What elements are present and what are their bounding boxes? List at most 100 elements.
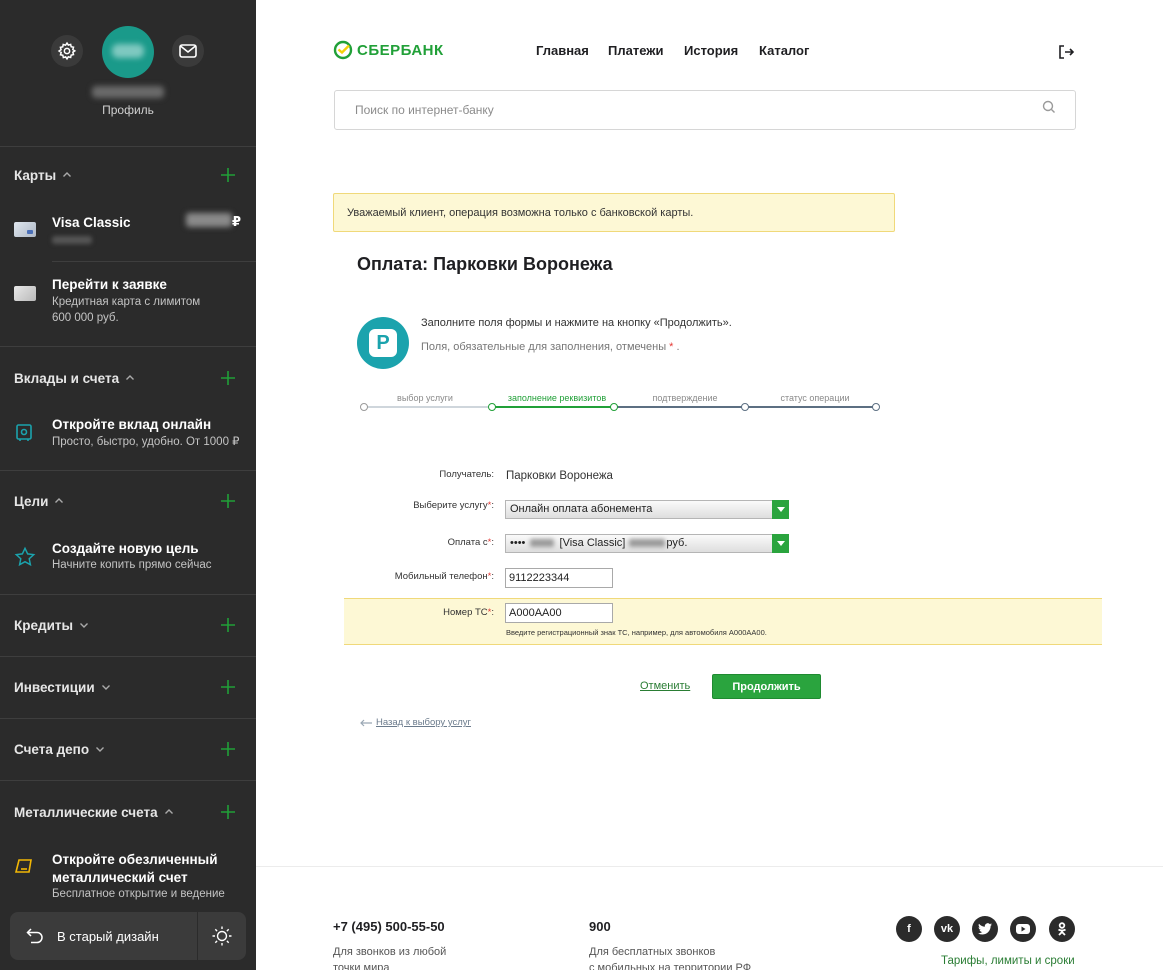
metal-account-item[interactable]: Откройте обезличенный металлический счет… [0,851,256,903]
plate-hint: Введите регистрационный знак ТС, наприме… [506,628,767,637]
plus-icon [221,805,235,819]
metal-title-2: металлический счет [52,870,188,885]
nav-payments[interactable]: Платежи [608,43,663,58]
phone-label: Мобильный телефон*: [394,571,494,582]
search-icon[interactable] [1042,100,1056,114]
dropdown-arrow-icon[interactable] [772,500,789,519]
divider [0,656,256,657]
chevron-down-icon [101,682,111,692]
progress-stepper: выбор услуги заполнение реквизитов подтв… [360,390,880,414]
section-label: Цели [14,493,49,509]
service-select-value: Онлайн оплата абонемента [510,503,653,515]
plus-icon [221,618,235,632]
old-design-button[interactable]: В старый дизайн [10,912,197,960]
plus-icon [221,371,235,385]
divider [0,146,256,147]
add-card-button[interactable] [218,165,238,185]
footer-phone-short-desc: Для бесплатных звонков с мобильных на тер… [589,946,752,970]
messages-button[interactable] [172,35,204,67]
divider [0,718,256,719]
vk-icon[interactable]: vk [934,916,960,942]
section-metal-header[interactable]: Металлические счета [14,801,238,823]
back-to-services-link[interactable]: Назад к выбору услуг [360,717,471,728]
card-title: Visa Classic [52,215,131,230]
add-metal-button[interactable] [218,802,238,822]
payfrom-label: Оплата с*: [447,537,494,548]
recipient-label: Получатель: [439,469,494,480]
chevron-up-icon [54,496,64,506]
chevron-up-icon [164,807,174,817]
divider [0,346,256,347]
footer-phone-world-desc: Для звонков из любой точки мира [333,946,447,970]
avatar[interactable] [102,26,154,78]
section-label: Инвестиции [14,679,95,695]
nav-history[interactable]: История [684,43,738,58]
new-goal-item[interactable]: Создайте новую цель Начните копить прямо… [0,540,256,580]
nav-home[interactable]: Главная [536,43,589,58]
section-cards-header[interactable]: Карты [14,164,238,186]
safe-icon [16,424,32,441]
odnoklassniki-icon[interactable] [1049,916,1075,942]
footer-phone-world[interactable]: +7 (495) 500-55-50 [333,919,445,934]
nav-catalog[interactable]: Каталог [759,43,809,58]
payfrom-select[interactable]: •••• [Visa Classic] руб. [505,534,789,553]
section-label: Вклады и счета [14,370,120,386]
twitter-icon[interactable] [972,916,998,942]
settings-button[interactable] [51,35,83,67]
new-goal-sub: Начните копить прямо сейчас [52,559,212,571]
step-status: статус операции [780,393,850,403]
application-limit: 600 000 руб. [52,312,119,324]
profile-label[interactable]: Профиль [0,103,256,117]
divider [0,780,256,781]
divider [52,261,256,262]
section-deposits-header[interactable]: Вклады и счета [14,367,238,389]
open-deposit-item[interactable]: Откройте вклад онлайн Просто, быстро, уд… [0,416,256,456]
tariffs-link[interactable]: Тарифы, лимиты и сроки [941,955,1075,967]
card-balance-redacted [186,213,232,227]
theme-toggle-button[interactable] [198,912,246,960]
card-application-item[interactable]: Перейти к заявке Кредитная карта с лимит… [0,276,256,336]
step-dot [488,403,496,411]
footer-divider [256,866,1163,867]
plus-icon [221,742,235,756]
cancel-link[interactable]: Отменить [640,680,690,692]
divider [0,470,256,471]
logout-icon[interactable] [1057,43,1075,61]
profile-block: Профиль [0,0,256,130]
add-deposit-button[interactable] [218,368,238,388]
add-depo-button[interactable] [218,739,238,759]
open-deposit-title: Откройте вклад онлайн [52,417,212,432]
card-icon [14,286,36,301]
section-credits-header[interactable]: Кредиты [14,614,238,636]
open-deposit-sub: Просто, быстро, удобно. От 1000 ₽ [52,436,240,448]
plus-icon [221,168,235,182]
chevron-down-icon [79,620,89,630]
section-investments-header[interactable]: Инвестиции [14,676,238,698]
application-title: Перейти к заявке [52,277,167,292]
add-investment-button[interactable] [218,677,238,697]
plate-input[interactable]: А000АА00 [505,603,613,623]
card-visa-classic[interactable]: Visa Classic ₽ [0,205,256,260]
continue-button[interactable]: Продолжить [712,674,821,699]
gold-bar-icon [14,859,32,873]
service-select[interactable]: Онлайн оплата абонемента [505,500,789,519]
step-dot [741,403,749,411]
sberbank-logo[interactable]: СБЕРБАНК [333,40,444,60]
dropdown-arrow-icon[interactable] [772,534,789,553]
add-goal-button[interactable] [218,491,238,511]
phone-input[interactable]: 9112223344 [505,568,613,588]
card-number-redacted [52,236,92,244]
section-goals-header[interactable]: Цели [14,490,238,512]
search-input[interactable] [335,91,1035,129]
section-depo-header[interactable]: Счета депо [14,738,238,760]
section-label: Счета депо [14,741,90,757]
youtube-icon[interactable] [1010,916,1036,942]
add-credit-button[interactable] [218,615,238,635]
parking-icon: P [357,317,409,369]
plate-label: Номер ТС*: [443,607,494,618]
section-label: Кредиты [14,617,74,633]
facebook-icon[interactable]: f [896,916,922,942]
sber-logo-icon [333,40,353,60]
footer-phone-short[interactable]: 900 [589,919,611,934]
main-content: СБЕРБАНК Главная Платежи История Каталог… [256,0,1163,970]
